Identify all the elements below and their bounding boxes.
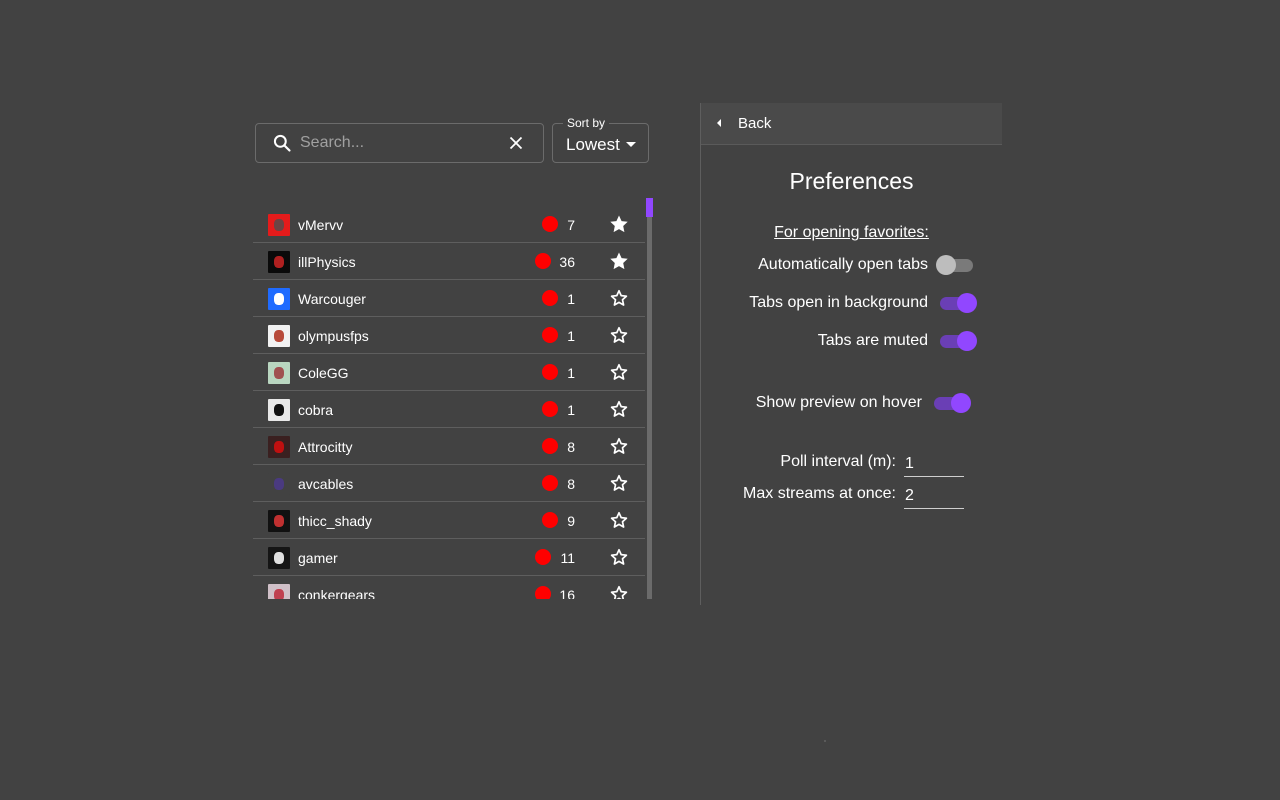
stream-name[interactable]: olympusfps bbox=[298, 328, 369, 344]
stream-name[interactable]: Warcouger bbox=[298, 291, 366, 307]
star-outline-icon[interactable] bbox=[609, 584, 629, 599]
avatar-detail bbox=[274, 515, 284, 527]
stream-row[interactable]: Attrocitty 8 bbox=[253, 428, 645, 465]
stream-name[interactable]: conkergears bbox=[298, 587, 375, 599]
avatar-detail bbox=[274, 441, 284, 453]
avatar bbox=[268, 510, 290, 532]
avatar-detail bbox=[274, 330, 284, 342]
stream-row[interactable]: conkergears 16 bbox=[253, 576, 645, 599]
viewer-count: 7 bbox=[567, 217, 575, 233]
stream-name[interactable]: cobra bbox=[298, 402, 333, 418]
stream-name[interactable]: Attrocitty bbox=[298, 439, 352, 455]
clear-search-icon[interactable] bbox=[509, 136, 523, 150]
search-field[interactable] bbox=[255, 123, 544, 163]
avatar bbox=[268, 214, 290, 236]
star-outline-icon[interactable] bbox=[609, 325, 629, 345]
star-outline-icon[interactable] bbox=[609, 288, 629, 308]
page-title: Preferences bbox=[789, 168, 914, 194]
stream-row[interactable]: ColeGG 1 bbox=[253, 354, 645, 391]
star-outline-icon[interactable] bbox=[609, 362, 629, 382]
max-streams-input[interactable] bbox=[904, 483, 964, 509]
decorative-dot bbox=[824, 740, 826, 742]
avatar bbox=[268, 399, 290, 421]
section-label-favorites: For opening favorites: bbox=[774, 224, 929, 241]
star-filled-icon[interactable] bbox=[609, 214, 629, 234]
avatar-detail bbox=[274, 552, 284, 564]
stream-row[interactable]: cobra 1 bbox=[253, 391, 645, 428]
stream-name[interactable]: illPhysics bbox=[298, 254, 356, 270]
stream-name[interactable]: ColeGG bbox=[298, 365, 349, 381]
avatar bbox=[268, 362, 290, 384]
back-label: Back bbox=[738, 115, 772, 132]
label-poll-interval: Poll interval (m): bbox=[780, 453, 896, 470]
viewer-count: 1 bbox=[567, 291, 575, 307]
avatar bbox=[268, 288, 290, 310]
star-outline-icon[interactable] bbox=[609, 436, 629, 456]
star-outline-icon[interactable] bbox=[609, 473, 629, 493]
avatar-detail bbox=[274, 404, 284, 416]
toggle-auto-open-tabs[interactable] bbox=[936, 254, 976, 276]
avatar bbox=[268, 436, 290, 458]
stream-row[interactable]: illPhysics 36 bbox=[253, 243, 645, 280]
stream-list: vMervv 7 illPhysics 36 Warcouger 1 olymp… bbox=[253, 206, 645, 599]
sort-label: Sort by bbox=[563, 116, 610, 130]
stream-name[interactable]: gamer bbox=[298, 550, 338, 566]
viewer-count: 36 bbox=[559, 254, 575, 270]
avatar-detail bbox=[274, 478, 284, 490]
viewer-count: 8 bbox=[567, 439, 575, 455]
star-outline-icon[interactable] bbox=[609, 399, 629, 419]
stream-name[interactable]: thicc_shady bbox=[298, 513, 372, 529]
toggle-knob bbox=[957, 331, 977, 351]
avatar bbox=[268, 325, 290, 347]
toggle-knob bbox=[936, 255, 956, 275]
avatar bbox=[268, 547, 290, 569]
stream-name[interactable]: avcables bbox=[298, 476, 353, 492]
search-input[interactable] bbox=[300, 130, 500, 156]
chevron-down-icon bbox=[626, 142, 636, 147]
scrollbar-track[interactable] bbox=[647, 198, 652, 599]
search-icon bbox=[273, 134, 291, 152]
avatar bbox=[268, 251, 290, 273]
viewer-count: 9 bbox=[567, 513, 575, 529]
viewer-count: 16 bbox=[559, 587, 575, 599]
star-outline-icon[interactable] bbox=[609, 547, 629, 567]
toggle-knob bbox=[951, 393, 971, 413]
avatar-detail bbox=[274, 589, 284, 599]
viewer-count: 1 bbox=[567, 365, 575, 381]
toggle-knob bbox=[957, 293, 977, 313]
viewer-count: 11 bbox=[560, 550, 575, 566]
label-auto-open-tabs: Automatically open tabs bbox=[758, 256, 928, 273]
stream-name[interactable]: vMervv bbox=[298, 217, 343, 233]
chevron-left-icon bbox=[717, 119, 721, 127]
back-button[interactable]: Back bbox=[701, 103, 1002, 145]
label-max-streams: Max streams at once: bbox=[743, 485, 896, 502]
stream-row[interactable]: avcables 8 bbox=[253, 465, 645, 502]
label-show-preview: Show preview on hover bbox=[755, 394, 922, 411]
avatar-detail bbox=[274, 219, 284, 231]
stream-row[interactable]: thicc_shady 9 bbox=[253, 502, 645, 539]
star-filled-icon[interactable] bbox=[609, 251, 629, 271]
viewer-count: 1 bbox=[567, 402, 575, 418]
toggle-tabs-background[interactable] bbox=[937, 292, 977, 314]
avatar-detail bbox=[274, 256, 284, 268]
stream-row[interactable]: Warcouger 1 bbox=[253, 280, 645, 317]
sort-value: Lowest bbox=[566, 135, 620, 154]
stream-row[interactable]: olympusfps 1 bbox=[253, 317, 645, 354]
sort-select[interactable]: Sort by Lowest bbox=[552, 116, 649, 163]
label-tabs-muted: Tabs are muted bbox=[817, 332, 928, 349]
toggle-tabs-muted[interactable] bbox=[937, 330, 977, 352]
viewer-count: 8 bbox=[567, 476, 575, 492]
avatar-detail bbox=[274, 293, 284, 305]
star-outline-icon[interactable] bbox=[609, 510, 629, 530]
avatar bbox=[268, 584, 290, 599]
avatar bbox=[268, 473, 290, 495]
toggle-show-preview[interactable] bbox=[931, 392, 971, 414]
label-tabs-background: Tabs open in background bbox=[749, 294, 928, 311]
stream-row[interactable]: vMervv 7 bbox=[253, 206, 645, 243]
viewer-count: 1 bbox=[567, 328, 575, 344]
avatar-detail bbox=[274, 367, 284, 379]
stream-row[interactable]: gamer 11 bbox=[253, 539, 645, 576]
poll-interval-input[interactable] bbox=[904, 451, 964, 477]
scrollbar-thumb[interactable] bbox=[646, 198, 653, 217]
